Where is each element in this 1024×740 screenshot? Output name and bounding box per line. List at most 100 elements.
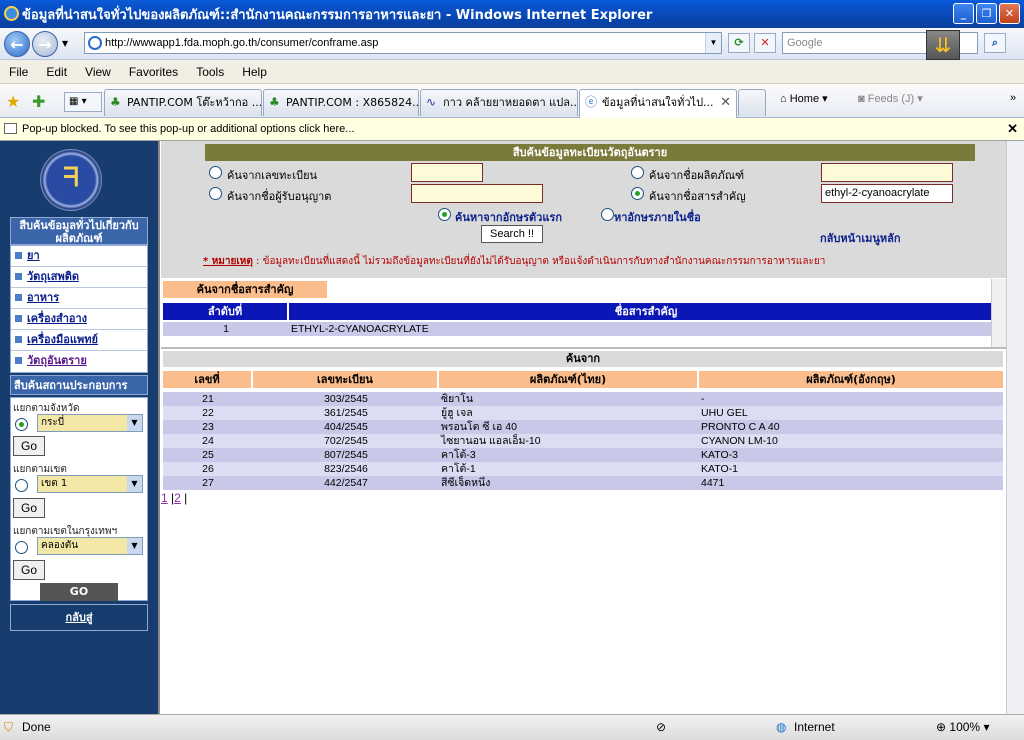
sidebar-item-drugs[interactable]: ยา (11, 246, 147, 267)
zone-go-button[interactable]: Go (13, 498, 45, 518)
download-arrow-icon[interactable]: ⇊ (926, 30, 960, 60)
sidebar-item-food[interactable]: อาหาร (11, 288, 147, 309)
province-go-button[interactable]: Go (13, 436, 45, 456)
history-dropdown-icon[interactable]: ▼ (62, 39, 68, 48)
go-big-button[interactable]: GO (40, 583, 118, 601)
back-icon[interactable]: ← (4, 31, 30, 57)
label-by-product: ค้นจากชื่อผลิตภัณฑ์ (649, 169, 745, 182)
maximize-button[interactable]: ❐ (976, 3, 997, 24)
reg-number-input[interactable] (411, 163, 483, 182)
tab-pantip-2[interactable]: ♣ PANTIP.COM : X865824... (263, 89, 419, 116)
note-text: : ข้อมูลทะเบียนที่แสดงนี้ ไม่รวมถึงข้อมู… (252, 256, 826, 267)
table-cell: - (701, 393, 705, 405)
close-tab-icon[interactable]: ✕ (720, 90, 731, 116)
label-mode-first-letter: ค้นหาจากอักษรตัวแรก (455, 211, 562, 224)
tab-label: กาว คล้ายยาหยอดตา แปล... (443, 96, 578, 109)
radio-by-reg[interactable] (209, 166, 222, 179)
col-order: ลำดับที่ (163, 303, 287, 320)
radio-by-substance[interactable] (631, 187, 644, 200)
tab-fda-active[interactable]: ⓔ ข้อมูลที่น่าสนใจทั่วไป... ✕ (579, 89, 737, 118)
table-cell: KATO-3 (701, 449, 738, 461)
window-titlebar: ข้อมูลที่น่าสนใจทั่วไปของผลิตภัณฑ์::สำนั… (0, 0, 1024, 28)
minimize-button[interactable]: _ (953, 3, 974, 24)
menu-edit[interactable]: Edit (37, 65, 76, 79)
stop-icon[interactable]: ✕ (754, 33, 776, 53)
tab-glue[interactable]: ∿ กาว คล้ายยาหยอดตา แปล... (420, 89, 578, 116)
table-cell: ไซยานอน แอลเอ็ม-10 (441, 435, 541, 447)
bkk-radio[interactable] (15, 541, 28, 554)
new-tab-button[interactable] (738, 89, 766, 116)
sidebar-item-medical-devices[interactable]: เครื่องมือแพทย์ (11, 330, 147, 351)
table-cell: 23 (202, 421, 214, 433)
toolbar-overflow-icon[interactable]: » (1010, 92, 1016, 104)
window-title: ข้อมูลที่น่าสนใจทั่วไปของผลิตภัณฑ์::สำนั… (22, 7, 653, 23)
table-cell: 807/2545 (324, 449, 368, 461)
label-by-licensee: ค้นจากชื่อผู้รับอนุญาต (227, 190, 332, 203)
add-favorite-icon[interactable]: ✚ (32, 92, 45, 111)
province-radio[interactable] (15, 418, 28, 431)
close-window-button[interactable]: ✕ (999, 3, 1020, 24)
search-placeholder: Google (787, 37, 823, 49)
address-dropdown-icon[interactable]: ▼ (705, 33, 721, 53)
product-name-input[interactable] (821, 163, 953, 182)
back-link[interactable]: กลับสู่ (10, 604, 148, 631)
menu-help[interactable]: Help (233, 65, 276, 79)
back-to-main-menu-link[interactable]: กลับหน้าเมนูหลัก (820, 229, 901, 247)
quick-tabs-icon[interactable]: ▦ ▾ (64, 92, 102, 112)
favorites-star-icon[interactable]: ★ (6, 92, 20, 111)
radio-mode-first-letter[interactable] (438, 208, 451, 221)
province-select[interactable]: กระบี่ (37, 414, 143, 432)
internet-zone-icon: ◍ (776, 720, 787, 734)
licensee-input[interactable] (411, 184, 543, 203)
radio-mode-contains[interactable] (601, 208, 614, 221)
sidebar-item-hazardous[interactable]: วัตถุอันตราย (11, 351, 147, 372)
page-1-link[interactable]: 1 (161, 491, 168, 505)
substance-table: ลำดับที่ ชื่อสารสำคัญ 1 ETHYL-2-CYANOACR… (163, 303, 1003, 336)
col-reg: เลขทะเบียน (253, 371, 437, 388)
bkk-select[interactable]: คลองตัน (37, 537, 143, 555)
sidebar-item-narcotics[interactable]: วัตถุเสพติด (11, 267, 147, 288)
feeds-button[interactable]: ◙ Feeds (J) ▾ (858, 92, 923, 105)
menu-favorites[interactable]: Favorites (120, 65, 187, 79)
menu-view[interactable]: View (76, 65, 120, 79)
page-2-link[interactable]: 2 (174, 491, 181, 505)
table-cell: 22 (202, 407, 214, 419)
search-button[interactable]: Search !! (481, 225, 543, 243)
left-sidebar: ᖷ สืบค้นข้อมูลทั่วไปเกี่ยวกับผลิตภัณฑ์ ย… (0, 141, 160, 714)
menu-file[interactable]: File (0, 65, 37, 79)
table-cell: ซิยาโน (441, 393, 473, 405)
zone-radio[interactable] (15, 479, 28, 492)
cactus-icon: ♣ (269, 95, 280, 109)
table-cell: UHU GEL (701, 407, 748, 419)
sidebar-header-products: สืบค้นข้อมูลทั่วไปเกี่ยวกับผลิตภัณฑ์ (10, 217, 148, 245)
zoom-control[interactable]: ⊕ 100% ▾ (936, 720, 989, 734)
home-button[interactable]: ⌂ Home ▾ (780, 92, 828, 105)
address-bar[interactable]: http://wwwapp1.fda.moph.go.th/consumer/c… (84, 32, 722, 54)
zone-select[interactable]: เขต 1 (37, 475, 143, 493)
search-go-icon[interactable]: ⌕ (984, 33, 1006, 53)
zoom-icon: ⊕ (936, 720, 947, 734)
table-cell: 26 (202, 463, 214, 475)
substance-input[interactable]: ethyl-2-cyanoacrylate (821, 184, 953, 203)
tab-pantip-1[interactable]: ♣ PANTIP.COM โต๊ะหว้ากอ ... (104, 89, 262, 116)
table-cell: 24 (202, 435, 214, 447)
bkk-go-button[interactable]: Go (13, 560, 45, 580)
page-scrollbar[interactable] (1006, 141, 1024, 714)
table-row: 27 442/2547 สีซีเจ็ดหนึ่ง 4471 (163, 476, 1003, 490)
radio-by-product[interactable] (631, 166, 644, 179)
close-infobar-icon[interactable]: ✕ (1007, 118, 1018, 140)
home-icon: ⌂ (780, 93, 787, 105)
refresh-icon[interactable]: ⟳ (728, 33, 750, 53)
popup-status-icon[interactable]: ⊘ (656, 720, 666, 734)
table-row: 26 823/2546 คาโต้-1 KATO-1 (163, 462, 1003, 476)
forward-icon[interactable]: → (32, 31, 58, 57)
substance-scrollbar[interactable] (991, 279, 1006, 347)
radio-by-licensee[interactable] (209, 187, 222, 200)
sidebar-header-establishments: สืบค้นสถานประกอบการ (10, 375, 148, 395)
popup-info-bar[interactable]: Pop-up blocked. To see this pop-up or ad… (0, 118, 1024, 141)
sidebar-item-cosmetics[interactable]: เครื่องสำอาง (11, 309, 147, 330)
search-title: สืบค้นข้อมูลทะเบียนวัตถุอันตราย (205, 144, 975, 161)
menu-tools[interactable]: Tools (187, 65, 233, 79)
table-row: 25 807/2545 คาโต้-3 KATO-3 (163, 448, 1003, 462)
address-toolbar: ← → ▼ http://wwwapp1.fda.moph.go.th/cons… (0, 28, 1024, 60)
